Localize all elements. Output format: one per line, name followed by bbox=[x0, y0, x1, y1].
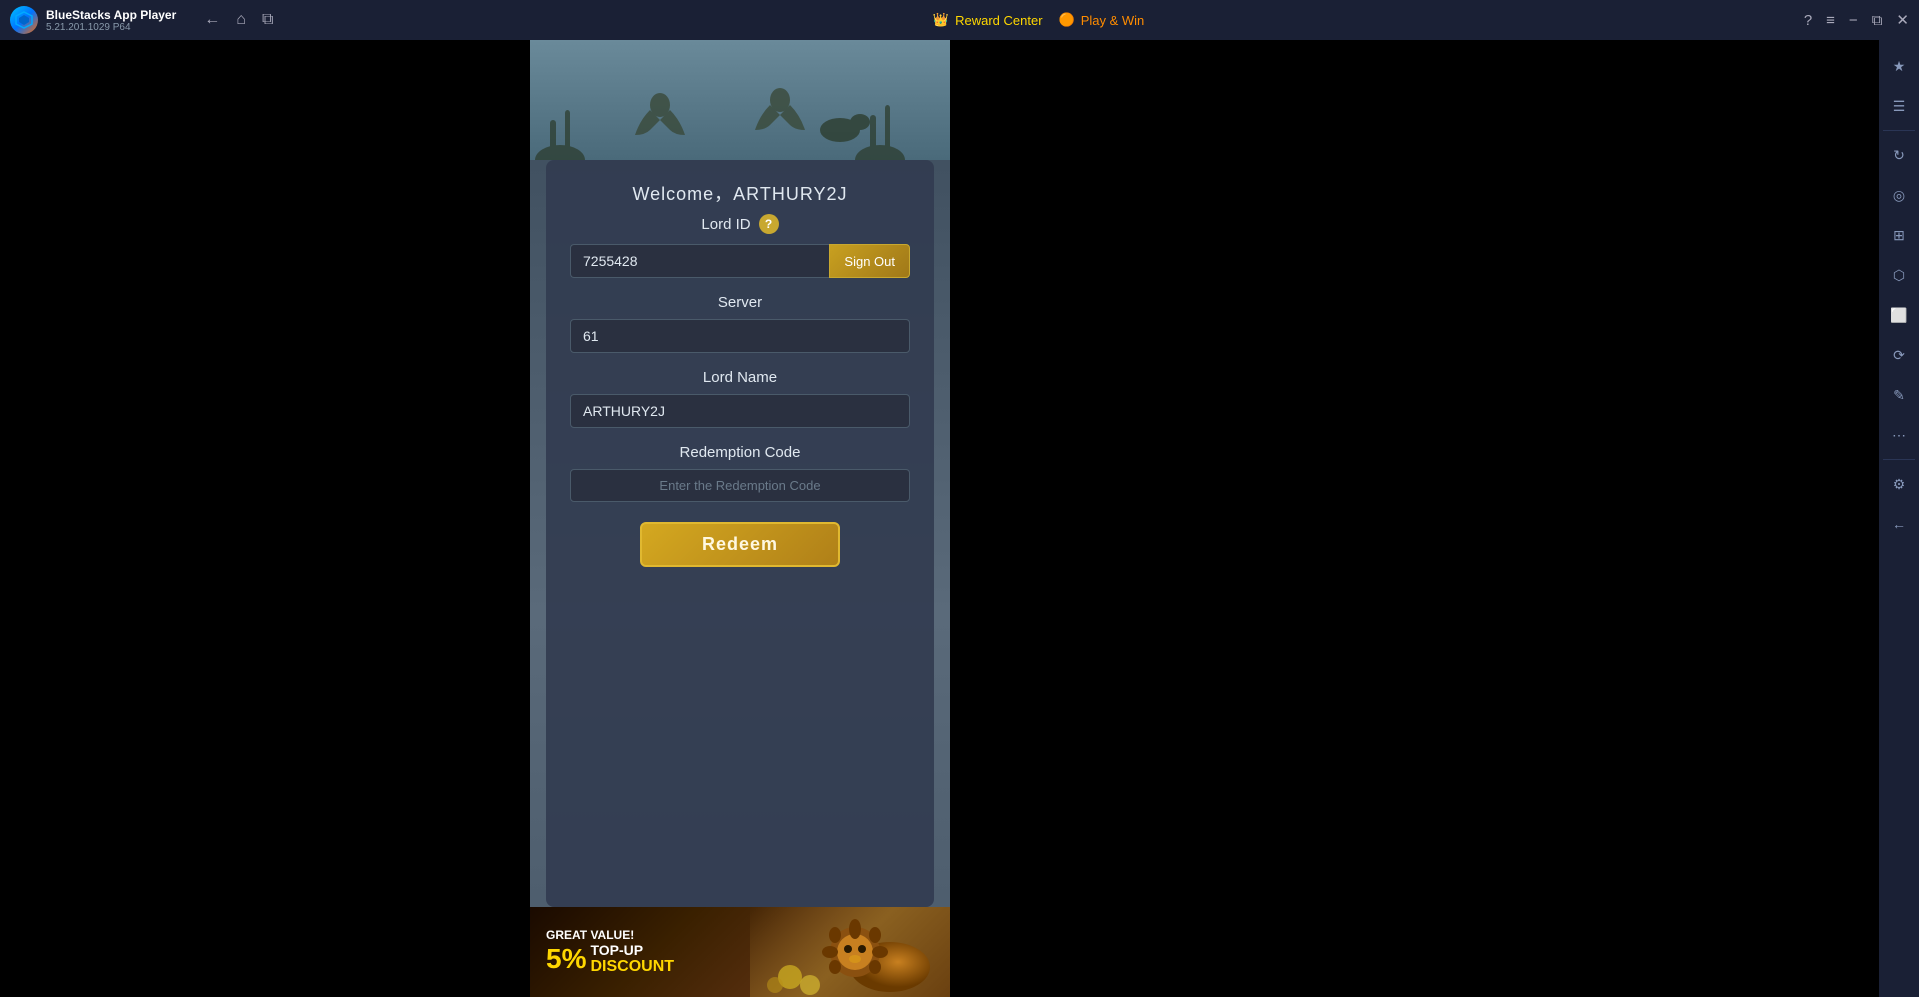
app-title: BlueStacks App Player bbox=[46, 8, 176, 22]
sign-out-button[interactable]: Sign Out bbox=[829, 244, 910, 278]
redemption-code-label: Redemption Code bbox=[680, 444, 801, 461]
banner-great-value: GREAT VALUE! bbox=[546, 928, 934, 942]
redeem-button[interactable]: Redeem bbox=[640, 522, 840, 567]
dialog-box: Welcome，ARTHURY2J Lord ID ? Sign Out Ser… bbox=[546, 160, 934, 907]
app-info: BlueStacks App Player 5.21.201.1029 P64 bbox=[46, 8, 176, 33]
main-content: Welcome，ARTHURY2J Lord ID ? Sign Out Ser… bbox=[0, 40, 1919, 997]
play-win-label: Play & Win bbox=[1081, 13, 1145, 28]
sidebar-icon-star[interactable]: ★ bbox=[1881, 48, 1917, 84]
sidebar-icon-grid[interactable]: ⊞ bbox=[1881, 217, 1917, 253]
game-top-decoration bbox=[530, 40, 950, 160]
home-button[interactable]: ⌂ bbox=[236, 11, 246, 29]
play-win-button[interactable]: 🟠 Play & Win bbox=[1059, 12, 1145, 28]
title-bar-right: ? ≡ − ⧉ ✕ bbox=[1804, 11, 1909, 29]
lord-id-input-row: Sign Out bbox=[570, 244, 910, 278]
lord-name-label: Lord Name bbox=[703, 369, 777, 386]
sidebar-icon-menu[interactable]: ☰ bbox=[1881, 88, 1917, 124]
reward-center-button[interactable]: 👑 Reward Center bbox=[933, 12, 1043, 28]
banner-text-area: GREAT VALUE! 5% TOP-UP DISCOUNT bbox=[546, 928, 934, 976]
sidebar-icon-apk[interactable]: ⬡ bbox=[1881, 257, 1917, 293]
close-button[interactable]: ✕ bbox=[1896, 11, 1909, 29]
sidebar-divider-1 bbox=[1883, 130, 1915, 131]
sidebar-icon-refresh[interactable]: ↻ bbox=[1881, 137, 1917, 173]
lord-id-label: Lord ID bbox=[701, 216, 750, 233]
sidebar-divider-2 bbox=[1883, 459, 1915, 460]
sidebar-icon-settings[interactable]: ⚙ bbox=[1881, 466, 1917, 502]
right-sidebar: ★ ☰ ↻ ◎ ⊞ ⬡ ⬜ ⟳ ✎ ⋯ ⚙ ← bbox=[1879, 40, 1919, 997]
orange-circle-icon: 🟠 bbox=[1059, 12, 1075, 28]
app-version: 5.21.201.1029 P64 bbox=[46, 22, 176, 33]
menu-button[interactable]: ≡ bbox=[1826, 12, 1835, 29]
welcome-text: Welcome，ARTHURY2J bbox=[632, 180, 847, 206]
lord-id-row: Lord ID ? bbox=[701, 214, 778, 234]
bluestacks-logo bbox=[10, 6, 38, 34]
reward-center-label: Reward Center bbox=[955, 13, 1042, 28]
server-label: Server bbox=[718, 294, 762, 311]
banner-percent: 5% bbox=[546, 943, 586, 975]
sidebar-icon-more[interactable]: ⋯ bbox=[1881, 417, 1917, 453]
left-panel bbox=[0, 40, 530, 997]
minimize-button[interactable]: − bbox=[1849, 12, 1858, 29]
title-bar-left: BlueStacks App Player 5.21.201.1029 P64 … bbox=[10, 6, 273, 34]
lord-id-input[interactable] bbox=[570, 244, 829, 278]
banner-discount: DISCOUNT bbox=[590, 958, 674, 976]
silhouette-svg bbox=[530, 50, 910, 160]
crown-icon: 👑 bbox=[933, 12, 949, 28]
game-area: Welcome，ARTHURY2J Lord ID ? Sign Out Ser… bbox=[530, 40, 950, 997]
restore-button[interactable]: ⧉ bbox=[1872, 12, 1883, 29]
sidebar-icon-camera[interactable]: ◎ bbox=[1881, 177, 1917, 213]
title-bar: BlueStacks App Player 5.21.201.1029 P64 … bbox=[0, 0, 1919, 40]
redemption-code-input[interactable] bbox=[570, 469, 910, 502]
right-panel: ★ ☰ ↻ ◎ ⊞ ⬡ ⬜ ⟳ ✎ ⋯ ⚙ ← bbox=[950, 40, 1919, 997]
multi-button[interactable]: ⧉ bbox=[262, 11, 273, 29]
help-button[interactable]: ? bbox=[1804, 12, 1812, 29]
sidebar-icon-rotate[interactable]: ⟳ bbox=[1881, 337, 1917, 373]
sidebar-icon-back[interactable]: ← bbox=[1881, 506, 1917, 542]
banner-topup: TOP-UP bbox=[590, 942, 674, 958]
sidebar-icon-macro[interactable]: ✎ bbox=[1881, 377, 1917, 413]
title-bar-center: 👑 Reward Center 🟠 Play & Win bbox=[933, 12, 1144, 28]
back-button[interactable]: ← bbox=[204, 11, 220, 29]
server-input[interactable] bbox=[570, 319, 910, 353]
lord-name-input[interactable] bbox=[570, 394, 910, 428]
lord-id-help-icon[interactable]: ? bbox=[759, 214, 779, 234]
game-banner[interactable]: GREAT VALUE! 5% TOP-UP DISCOUNT bbox=[530, 907, 950, 997]
title-nav: ← ⌂ ⧉ bbox=[204, 11, 273, 29]
sidebar-icon-resize[interactable]: ⬜ bbox=[1881, 297, 1917, 333]
